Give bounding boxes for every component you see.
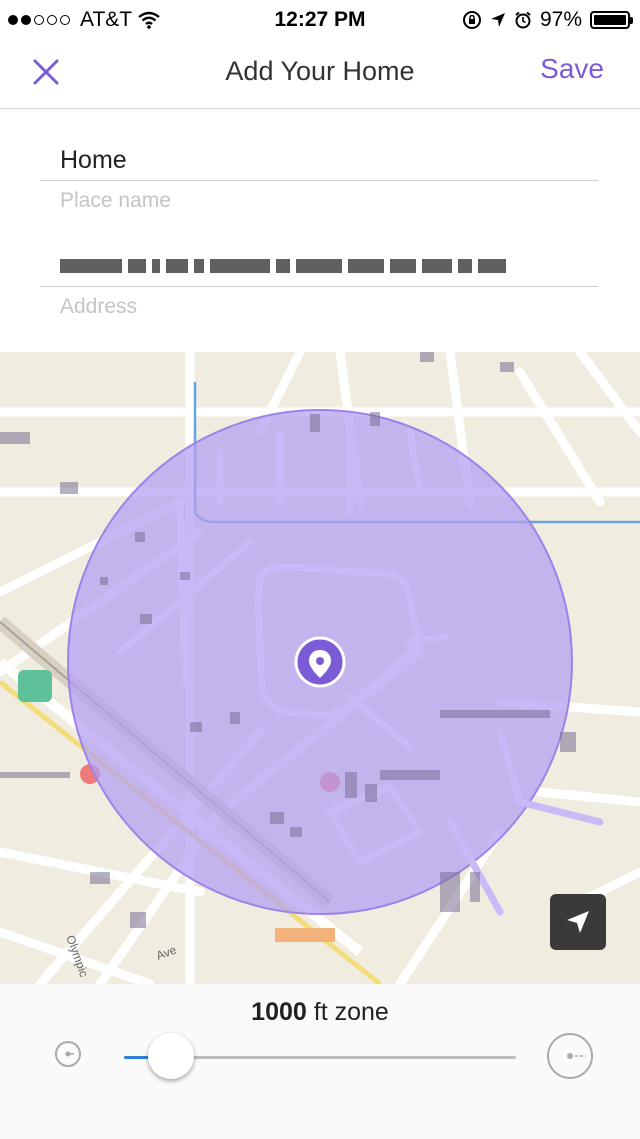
address-field[interactable]: Address (40, 246, 598, 319)
battery-percent: 97% (539, 8, 582, 31)
increase-radius-icon[interactable] (546, 1032, 594, 1080)
radius-slider-thumb[interactable] (148, 1033, 195, 1079)
divider (40, 180, 598, 181)
zone-radius-label: 1000 ft zone (0, 998, 640, 1027)
location-services-icon (490, 13, 505, 27)
location-arrow-icon (567, 911, 589, 933)
save-button[interactable]: Save (540, 53, 604, 85)
divider (40, 286, 598, 287)
battery-icon (590, 11, 633, 29)
status-bar: AT&T 12:27 PM 97% (0, 0, 640, 40)
decrease-radius-icon[interactable] (54, 1040, 82, 1068)
map-view[interactable]: Olympic Ave (0, 352, 640, 984)
zone-radius-value: 1000 (251, 998, 307, 1026)
alarm-icon (515, 11, 531, 29)
place-name-label: Place name (60, 189, 171, 212)
orientation-lock-icon (462, 11, 481, 29)
map-canvas: Olympic Ave (0, 352, 640, 984)
place-name-field[interactable]: Home Place name (40, 140, 598, 213)
current-location-button[interactable] (550, 894, 606, 950)
zone-radius-panel: 1000 ft zone (0, 984, 640, 1139)
nav-bar: Add Your Home Save (0, 40, 640, 109)
zone-radius-unit: ft zone (313, 998, 389, 1026)
address-input-redacted[interactable] (40, 246, 598, 286)
address-label: Address (60, 295, 138, 318)
place-name-input[interactable]: Home (40, 140, 598, 180)
